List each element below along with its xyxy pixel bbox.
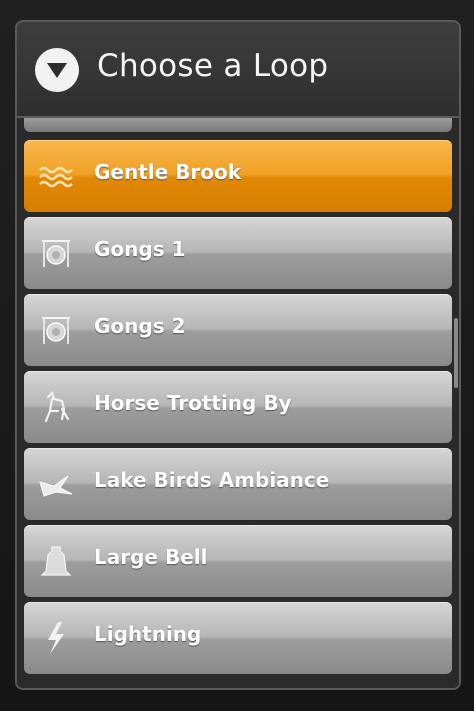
list-item-large-bell[interactable]: Large Bell [24, 525, 452, 597]
water-waves-icon [38, 158, 74, 194]
gong-icon [38, 312, 74, 348]
dialog-header: Choose a Loop [17, 22, 459, 118]
list-item-label: Gentle Brook [94, 160, 242, 184]
list-item-gongs-1[interactable]: Gongs 1 [24, 217, 452, 289]
choose-loop-dialog: Choose a Loop Gentle Brook Gongs 1 Gongs… [15, 20, 461, 690]
list-item-label: Lake Birds Ambiance [94, 468, 330, 492]
scrollbar[interactable] [454, 318, 458, 388]
screen: Choose a Loop Gentle Brook Gongs 1 Gongs… [0, 0, 474, 711]
bell-icon [38, 543, 74, 579]
list-item-partial[interactable] [24, 118, 452, 132]
list-item-horse-trotting-by[interactable]: Horse Trotting By [24, 371, 452, 443]
list-item-label: Horse Trotting By [94, 391, 292, 415]
list-item-gongs-2[interactable]: Gongs 2 [24, 294, 452, 366]
gong-icon [38, 235, 74, 271]
lightning-icon [38, 620, 74, 656]
list-item-label: Large Bell [94, 545, 208, 569]
loop-list[interactable]: Gentle Brook Gongs 1 Gongs 2 Horse Trott… [17, 118, 459, 688]
list-item-label: Gongs 1 [94, 237, 186, 261]
chevron-down-circle-icon [35, 48, 79, 92]
list-item-lake-birds-ambiance[interactable]: Lake Birds Ambiance [24, 448, 452, 520]
list-item-gentle-brook[interactable]: Gentle Brook [24, 140, 452, 212]
list-item-label: Lightning [94, 622, 202, 646]
horse-icon [38, 389, 74, 425]
dialog-title: Choose a Loop [97, 48, 329, 84]
list-item-label: Gongs 2 [94, 314, 186, 338]
list-item-lightning[interactable]: Lightning [24, 602, 452, 674]
bird-icon [38, 466, 74, 502]
